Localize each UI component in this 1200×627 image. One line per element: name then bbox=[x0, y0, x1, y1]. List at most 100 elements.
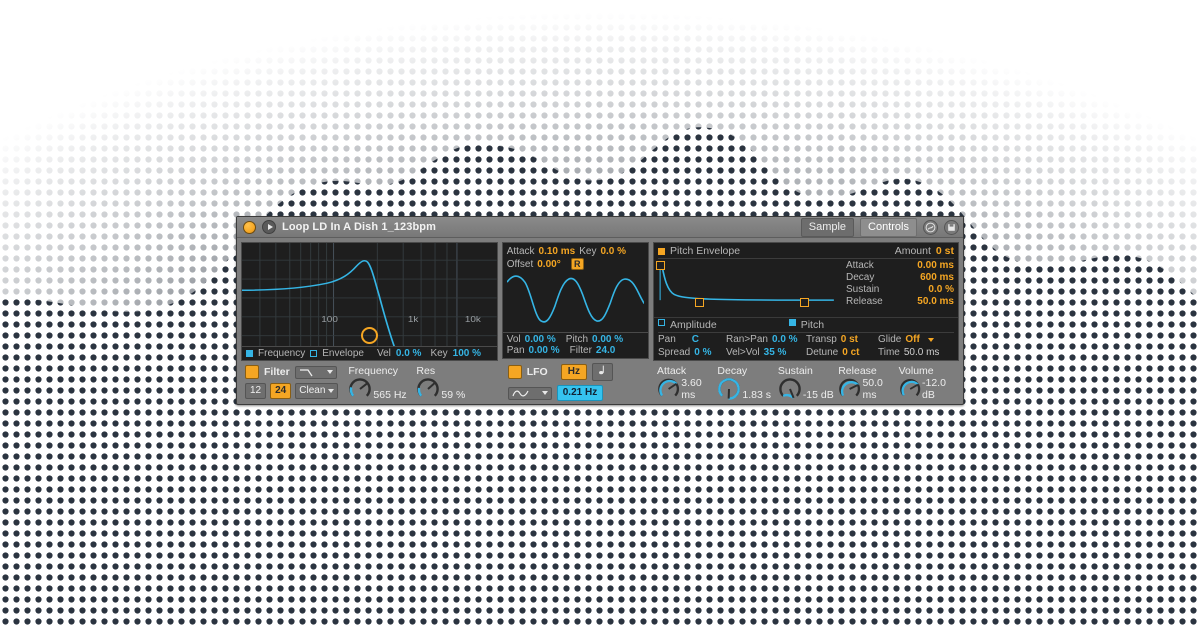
lfo-key-value[interactable]: 0.0 % bbox=[600, 246, 626, 257]
tab-sample[interactable]: Sample bbox=[800, 217, 855, 237]
pe-attack-value[interactable]: 0.00 ms bbox=[917, 260, 954, 271]
knob-decay: Decay 1.83 s bbox=[717, 365, 777, 401]
knob-attack-value[interactable]: 3.60 ms bbox=[681, 377, 717, 401]
play-button[interactable] bbox=[262, 220, 276, 234]
filter-graph-legend: Frequency Envelope Vel 0.0 % Key 100 % bbox=[241, 347, 498, 361]
amp-pitch-tabs: Amplitude Pitch bbox=[654, 317, 958, 332]
vel-label: Vel bbox=[376, 348, 391, 359]
res-knob-value[interactable]: 59 % bbox=[441, 389, 465, 401]
res-knob[interactable] bbox=[416, 377, 440, 401]
link-circle-icon[interactable] bbox=[923, 219, 938, 235]
pe-decay-value[interactable]: 600 ms bbox=[920, 272, 954, 283]
lfo-enable-toggle[interactable] bbox=[507, 365, 522, 379]
lfo-waveform-graph bbox=[506, 275, 644, 323]
knob-release-label: Release bbox=[838, 365, 877, 377]
knob-sustain-dial[interactable] bbox=[778, 377, 802, 401]
spread-value[interactable]: 0 % bbox=[694, 347, 711, 358]
detune-label: Detune bbox=[806, 347, 839, 358]
pitch-amount-label: Amount bbox=[894, 245, 931, 257]
slope-12-button[interactable]: 12 bbox=[245, 383, 267, 399]
knob-release-value[interactable]: 50.0 ms bbox=[862, 377, 898, 401]
knob-decay-dial[interactable] bbox=[717, 377, 741, 401]
tab-controls[interactable]: Controls bbox=[860, 217, 917, 237]
pan-value[interactable]: C bbox=[692, 334, 699, 345]
filter-response-graph[interactable]: 100 1k 10k bbox=[241, 242, 498, 347]
tab-pitch[interactable]: Pitch bbox=[801, 319, 824, 331]
knob-decay-value[interactable]: 1.83 s bbox=[742, 389, 771, 401]
lfo-filter-value[interactable]: 24.0 bbox=[596, 345, 615, 356]
envelope-swatch[interactable] bbox=[310, 350, 318, 357]
pe-handle-release[interactable] bbox=[800, 298, 809, 307]
sine-wave-icon bbox=[512, 390, 529, 396]
pe-attack-row: Attack 0.00 ms bbox=[846, 260, 954, 271]
frequency-knob-value[interactable]: 565 Hz bbox=[373, 389, 406, 401]
glide-value[interactable]: Off bbox=[905, 334, 919, 345]
knob-volume-dial[interactable] bbox=[899, 377, 921, 401]
amplitude-tab-swatch[interactable] bbox=[658, 319, 665, 326]
frequency-swatch[interactable] bbox=[246, 350, 253, 357]
lfo-mode-note-button[interactable] bbox=[591, 363, 613, 381]
key-value[interactable]: 100 % bbox=[453, 348, 481, 359]
knob-attack-dial[interactable] bbox=[657, 377, 680, 401]
filter-enable-toggle[interactable] bbox=[245, 365, 259, 379]
pitch-envelope-graph[interactable] bbox=[654, 259, 840, 317]
pe-handle-decay[interactable] bbox=[695, 298, 704, 307]
device-title-bar: Loop LD In A Dish 1_123bpm Sample Contro… bbox=[237, 217, 963, 238]
lfo-rate-field[interactable]: 0.21 Hz bbox=[556, 385, 604, 401]
lfo-retrigger-button[interactable]: R bbox=[570, 258, 584, 270]
simpler-device-window: Loop LD In A Dish 1_123bpm Sample Contro… bbox=[236, 216, 964, 405]
lfo-pitch-value[interactable]: 0.00 % bbox=[592, 334, 623, 345]
pe-sustain-value[interactable]: 0.0 % bbox=[928, 284, 954, 295]
ranpan-value[interactable]: 0.0 % bbox=[772, 334, 798, 345]
lfo-attack-label: Attack bbox=[506, 246, 535, 257]
pe-handle-attack[interactable] bbox=[656, 261, 665, 270]
filter-circuit-dropdown[interactable]: Clean bbox=[295, 383, 339, 399]
lfo-vol-value[interactable]: 0.00 % bbox=[525, 334, 556, 345]
filter-controls: Filter 12 24 Clean Frequency 565 Hz Res … bbox=[241, 365, 498, 401]
tab-amplitude[interactable]: Amplitude bbox=[670, 319, 717, 331]
lfo-attack-row: Attack 0.10 ms Key 0.0 % bbox=[507, 246, 644, 257]
pan-label: Pan bbox=[658, 334, 676, 345]
note-sync-icon bbox=[599, 365, 604, 375]
knob-sustain-label: Sustain bbox=[777, 365, 813, 377]
frequency-knob[interactable] bbox=[348, 377, 372, 401]
lfo-offset-value[interactable]: 0.00° bbox=[537, 259, 560, 270]
spread-label: Spread bbox=[658, 347, 691, 358]
knob-sustain-value[interactable]: -15 dB bbox=[803, 389, 834, 401]
vel-value[interactable]: 0.0 % bbox=[396, 348, 422, 359]
pitch-envelope-title: Pitch Envelope bbox=[670, 245, 741, 257]
lfo-attack-value[interactable]: 0.10 ms bbox=[539, 246, 576, 257]
transp-label: Transp bbox=[806, 334, 837, 345]
lfo-pan-value[interactable]: 0.00 % bbox=[529, 345, 560, 356]
transp-value[interactable]: 0 st bbox=[841, 334, 858, 345]
knob-release-dial[interactable] bbox=[838, 377, 861, 401]
pe-release-value[interactable]: 50.0 ms bbox=[917, 296, 954, 307]
knob-release: Release 50.0 ms bbox=[838, 365, 898, 401]
glide-dropdown-caret[interactable] bbox=[927, 337, 934, 342]
filter-cutoff-handle[interactable] bbox=[361, 327, 378, 344]
lfo-waveform-dropdown[interactable] bbox=[507, 386, 552, 400]
ranpan-label: Ran>Pan bbox=[726, 334, 768, 345]
amp-pitch-parameters: Pan C Ran>Pan 0.0 % Transp 0 st Glide Of… bbox=[654, 333, 958, 360]
pe-release-label: Release bbox=[846, 296, 883, 307]
pe-sustain-row: Sustain 0.0 % bbox=[846, 284, 954, 295]
knob-volume-value[interactable]: -12.0 dB bbox=[922, 377, 959, 401]
pitch-envelope-toggle[interactable] bbox=[658, 247, 665, 255]
detune-value[interactable]: 0 ct bbox=[842, 347, 859, 358]
device-power-led[interactable] bbox=[243, 220, 256, 234]
svg-text:1k: 1k bbox=[408, 315, 419, 324]
pitch-tab-swatch[interactable] bbox=[788, 319, 796, 326]
velvol-value[interactable]: 35 % bbox=[764, 347, 787, 358]
filter-type-dropdown[interactable] bbox=[294, 365, 337, 379]
save-disk-icon[interactable] bbox=[944, 219, 959, 235]
knob-decay-label: Decay bbox=[717, 365, 748, 377]
amp-pitch-row-2: Spread 0 % Vel>Vol 35 % Detune 0 ct Time… bbox=[658, 347, 954, 358]
device-title: Loop LD In A Dish 1_123bpm bbox=[282, 221, 436, 233]
slope-24-button[interactable]: 24 bbox=[270, 383, 292, 399]
lfo-pan-label: Pan bbox=[506, 345, 525, 356]
key-label: Key bbox=[430, 348, 448, 359]
time-value[interactable]: 50.0 ms bbox=[904, 347, 940, 358]
knob-attack-label: Attack bbox=[657, 365, 687, 377]
lfo-mode-hz-button[interactable]: Hz bbox=[560, 364, 587, 380]
pitch-amount-value[interactable]: 0 st bbox=[936, 245, 954, 257]
